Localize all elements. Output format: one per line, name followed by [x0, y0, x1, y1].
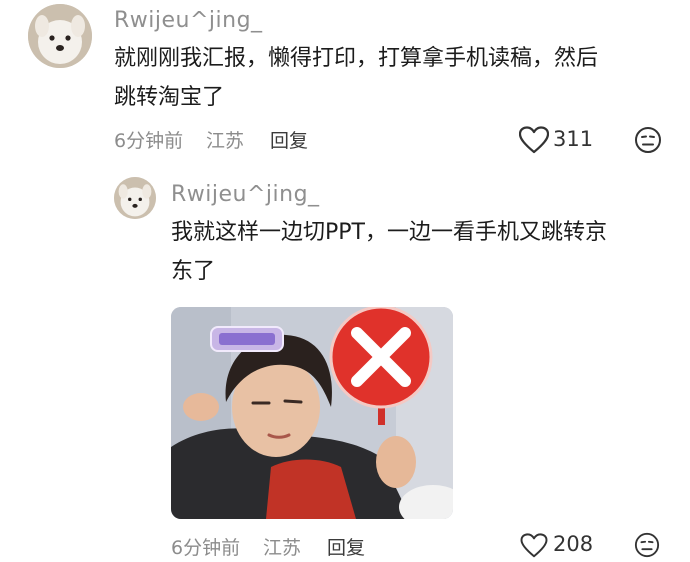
reply-text-line-1: 我就这样一边切PPT，一边一看手机又跳转京	[171, 220, 607, 245]
reply-avatar[interactable]	[114, 177, 156, 219]
comment-time: 6分钟前	[114, 130, 184, 152]
reply-text-line-2: 东了	[171, 259, 216, 284]
comment-reply-button[interactable]: 回复	[270, 126, 308, 153]
dislike-icon[interactable]	[634, 126, 662, 158]
comment-text-line-2: 跳转淘宝了	[114, 85, 225, 110]
reply-like-count: 208	[553, 532, 594, 556]
comment-text-line-1: 就刚刚我汇报，懒得打印，打算拿手机读稿，然后	[114, 46, 599, 71]
avatar[interactable]	[28, 4, 92, 68]
comment-username[interactable]: Rwijeu^jing_	[114, 8, 263, 33]
like-button[interactable]: 311	[518, 125, 619, 158]
heart-icon	[518, 126, 550, 158]
reply-location: 江苏	[263, 537, 302, 559]
reply-reply-button[interactable]: 回复	[327, 533, 365, 560]
reply-sticker-image[interactable]	[171, 307, 453, 519]
reply-time: 6分钟前	[171, 537, 241, 559]
comment-location: 江苏	[206, 130, 245, 152]
like-count: 311	[553, 127, 594, 151]
reply-username[interactable]: Rwijeu^jing_	[171, 182, 320, 207]
reply-like-button[interactable]: 208	[519, 532, 619, 558]
